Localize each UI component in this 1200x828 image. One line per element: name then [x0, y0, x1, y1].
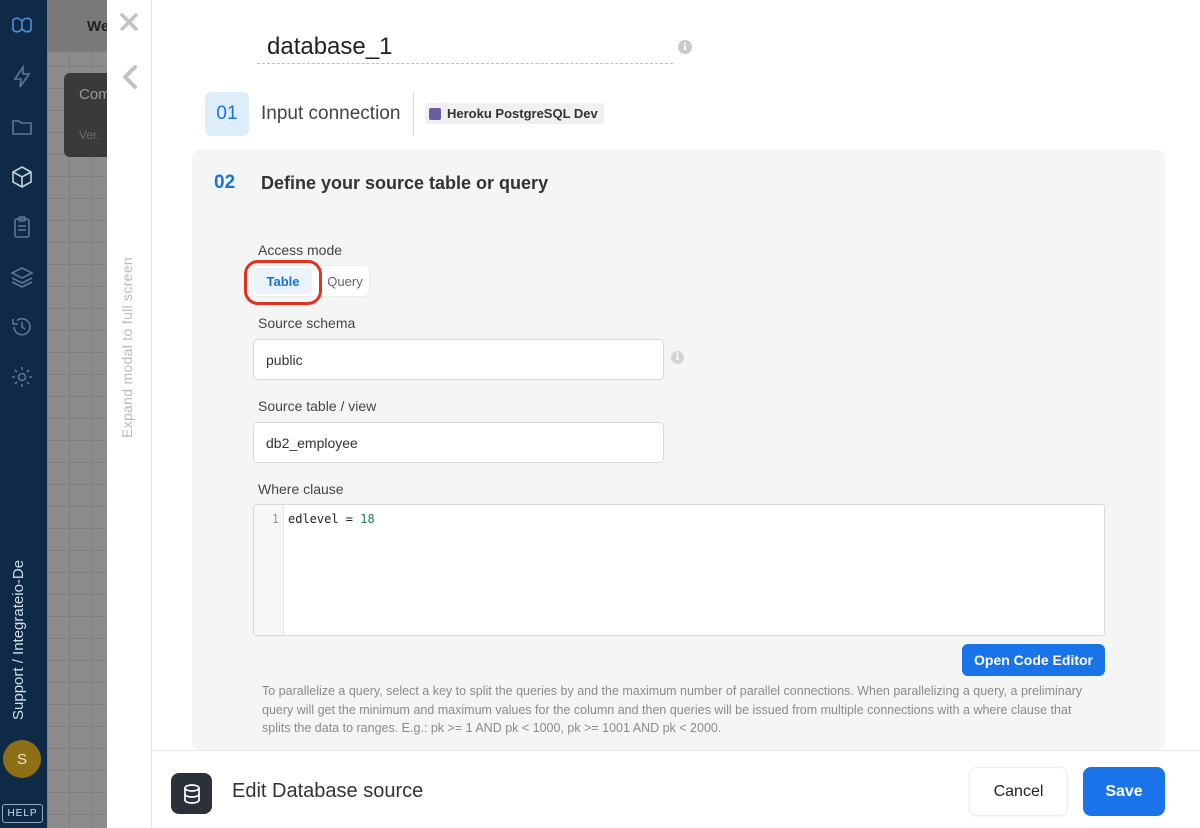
workspace-label[interactable]: Support / Integrateio-De — [10, 560, 27, 720]
database-icon — [171, 773, 212, 814]
history-icon[interactable] — [9, 314, 35, 340]
component-name-field[interactable]: database_1 — [257, 30, 673, 64]
component-name[interactable]: database_1 — [267, 33, 392, 61]
step-2-title: Define your source table or query — [261, 173, 549, 193]
line-gutter: 1 — [254, 505, 284, 635]
expand-modal-toggle[interactable]: Expand modal to full screen — [119, 257, 135, 438]
modal-footer: Edit Database source Cancel Save — [152, 750, 1200, 828]
step-1-number: 01 — [205, 92, 249, 136]
source-schema-label: Source schema — [258, 315, 356, 331]
info-icon[interactable]: i — [678, 40, 692, 54]
avatar[interactable]: S — [3, 740, 41, 778]
connection-name: Heroku PostgreSQL Dev — [447, 106, 598, 121]
layers-icon[interactable] — [9, 264, 35, 290]
access-mode-label: Access mode — [258, 242, 343, 258]
source-schema-input[interactable]: public — [253, 339, 664, 380]
background-card-title: Com — [79, 86, 111, 103]
step-1-label[interactable]: Input connection — [261, 103, 400, 125]
cancel-button[interactable]: Cancel — [969, 767, 1068, 816]
folder-icon[interactable] — [9, 114, 35, 140]
where-clause-label: Where clause — [258, 481, 344, 497]
app-sidebar: Support / Integrateio-De S HELP — [0, 0, 47, 828]
code-line[interactable]: edlevel = 18 — [288, 512, 375, 526]
connection-chip[interactable]: Heroku PostgreSQL Dev — [425, 103, 604, 124]
code-operator: = — [338, 512, 361, 526]
open-code-editor-button[interactable]: Open Code Editor — [962, 644, 1105, 676]
step-2-panel: 02 Define your source table or query Acc… — [192, 150, 1165, 750]
logo-icon[interactable] — [9, 12, 35, 38]
bolt-icon[interactable] — [9, 64, 35, 90]
modal-rail: Expand modal to full screen — [107, 0, 152, 828]
chevron-left-icon[interactable] — [119, 64, 141, 90]
background-card-version: Ver. — [79, 128, 100, 142]
source-table-input[interactable]: db2_employee — [253, 422, 664, 463]
save-button[interactable]: Save — [1083, 767, 1165, 816]
clipboard-icon[interactable] — [9, 214, 35, 240]
background-tabbar: We — [47, 0, 110, 52]
access-mode-query-option[interactable]: Query — [320, 268, 370, 294]
footer-title: Edit Database source — [232, 780, 424, 802]
background-tab: We — [87, 18, 110, 35]
gear-icon[interactable] — [9, 364, 35, 390]
parallelize-help-text: To parallelize a query, select a key to … — [262, 684, 1083, 735]
postgres-icon — [429, 107, 441, 120]
close-icon[interactable] — [117, 10, 141, 34]
help-button[interactable]: HELP — [2, 804, 43, 823]
line-number: 1 — [271, 512, 279, 526]
source-table-label: Source table / view — [258, 398, 377, 414]
step-2-number: 02 — [214, 172, 236, 193]
code-number: 18 — [360, 512, 375, 526]
info-icon[interactable]: i — [671, 351, 684, 364]
where-clause-editor[interactable]: 1 edlevel = 18 — [253, 504, 1105, 636]
divider — [413, 92, 414, 136]
highlight-annotation — [244, 260, 322, 305]
package-icon[interactable] — [9, 164, 35, 190]
code-identifier: edlevel — [288, 512, 339, 526]
background-canvas: We Com Ver. — [47, 0, 124, 828]
modal: database_1 i 01 Input connection Heroku … — [152, 0, 1200, 828]
